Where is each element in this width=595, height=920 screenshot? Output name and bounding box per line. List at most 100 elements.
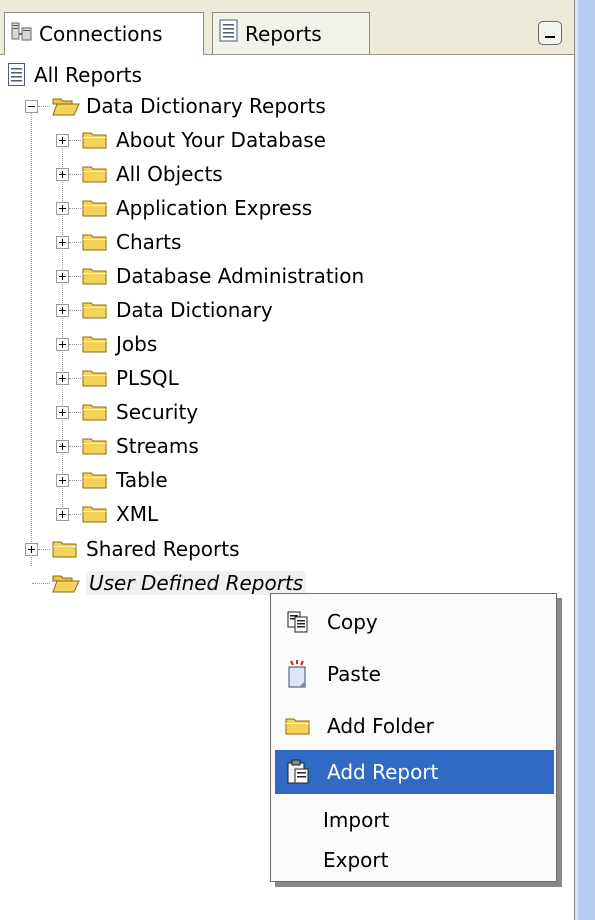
- expand-toggle[interactable]: [25, 543, 38, 556]
- tree-node-data-dictionary[interactable]: Data Dictionary: [82, 294, 273, 326]
- tree-node-charts[interactable]: Charts: [82, 226, 181, 258]
- tree-connector: [69, 344, 81, 345]
- menu-item-label: Copy: [327, 610, 378, 634]
- folder-icon: [82, 470, 108, 490]
- folder-icon: [82, 130, 108, 150]
- tree-node-label: Jobs: [116, 332, 158, 356]
- folder-icon: [82, 300, 108, 320]
- expand-toggle[interactable]: [56, 372, 69, 385]
- open-folder-icon: [52, 573, 80, 593]
- expand-toggle[interactable]: [56, 134, 69, 147]
- folder-icon: [82, 436, 108, 456]
- expand-toggle[interactable]: [56, 474, 69, 487]
- tree-connector: [62, 145, 63, 511]
- expand-toggle[interactable]: [56, 304, 69, 317]
- tree-node-xml[interactable]: XML: [82, 498, 158, 530]
- context-menu: Copy Paste Add Folder Add Report Import …: [270, 593, 557, 882]
- expand-toggle[interactable]: [56, 406, 69, 419]
- tree-node-label: XML: [116, 502, 159, 526]
- tree-node-plsql[interactable]: PLSQL: [82, 362, 179, 394]
- report-doc-icon: [8, 63, 26, 87]
- expand-toggle[interactable]: [56, 236, 69, 249]
- tree-node-label: Database Administration: [116, 264, 365, 288]
- folder-icon: [283, 711, 313, 741]
- tree-connector: [69, 480, 81, 481]
- expand-toggle[interactable]: [56, 440, 69, 453]
- tab-bar-empty-area: [370, 12, 566, 54]
- expand-toggle[interactable]: [56, 508, 69, 521]
- tree-connector: [38, 106, 50, 107]
- expand-toggle[interactable]: [56, 168, 69, 181]
- tree-node-label: Table: [116, 468, 168, 492]
- tab-reports[interactable]: Reports: [212, 12, 370, 54]
- expand-toggle[interactable]: [56, 202, 69, 215]
- tree-connector: [69, 140, 81, 141]
- report-doc-icon: [219, 19, 239, 48]
- menu-item-copy[interactable]: Copy: [275, 600, 554, 644]
- tree-connector: [31, 113, 32, 566]
- expand-toggle[interactable]: [56, 338, 69, 351]
- copy-icon: [283, 607, 313, 637]
- tree-node-label: Data Dictionary Reports: [86, 94, 326, 118]
- tree-node-label: Charts: [116, 230, 182, 254]
- tree-connector: [69, 514, 81, 515]
- tree-node-label: User Defined Reports: [86, 571, 307, 595]
- tree-connector: [69, 412, 81, 413]
- tree-connector: [69, 378, 81, 379]
- tree-node-about-your-database[interactable]: About Your Database: [82, 124, 326, 156]
- tree-node-label: About Your Database: [116, 128, 326, 152]
- tree-connector: [32, 583, 50, 584]
- collapse-toggle[interactable]: [25, 100, 38, 113]
- tree-node-user-defined-reports[interactable]: User Defined Reports: [52, 567, 307, 599]
- folder-icon: [82, 232, 108, 252]
- tree-node-table[interactable]: Table: [82, 464, 168, 496]
- tree-node-shared-reports[interactable]: Shared Reports: [52, 533, 240, 565]
- tree-node-streams[interactable]: Streams: [82, 430, 199, 462]
- tree-connector: [38, 549, 50, 550]
- tab-reports-label: Reports: [245, 21, 322, 46]
- menu-item-label: Paste: [327, 662, 381, 686]
- paste-icon: [283, 659, 313, 689]
- tree-node-database-administration[interactable]: Database Administration: [82, 260, 364, 292]
- tree-connector: [69, 276, 81, 277]
- tree-node-label: PLSQL: [116, 366, 179, 390]
- folder-icon: [82, 402, 108, 422]
- tree-node-all-reports[interactable]: All Reports: [8, 59, 142, 91]
- tree-connector: [69, 208, 81, 209]
- tree-node-label: All Objects: [116, 162, 223, 186]
- tree-node-label: Security: [116, 400, 199, 424]
- folder-icon: [52, 539, 78, 559]
- tree-node-data-dictionary-reports[interactable]: Data Dictionary Reports: [52, 90, 326, 122]
- menu-item-label: Export: [323, 848, 389, 872]
- menu-item-label: Add Report: [327, 760, 439, 784]
- tab-connections-label: Connections: [39, 22, 163, 46]
- right-panel-edge: [575, 0, 595, 920]
- tree-connector: [69, 242, 81, 243]
- menu-item-add-folder[interactable]: Add Folder: [275, 704, 554, 748]
- folder-icon: [82, 198, 108, 218]
- menu-item-export[interactable]: Export: [275, 838, 554, 882]
- tree-connector: [69, 310, 81, 311]
- tree-node-label: Data Dictionary: [116, 298, 273, 322]
- folder-icon: [82, 334, 108, 354]
- menu-item-paste[interactable]: Paste: [275, 652, 554, 696]
- minimize-button[interactable]: [538, 21, 562, 45]
- menu-item-import[interactable]: Import: [275, 798, 554, 842]
- expand-toggle[interactable]: [56, 270, 69, 283]
- tree-node-label: Shared Reports: [86, 537, 240, 561]
- tree-node-label: All Reports: [34, 63, 142, 87]
- connections-icon: [11, 21, 33, 48]
- tree-connector: [69, 446, 81, 447]
- tab-connections[interactable]: Connections: [4, 12, 204, 55]
- folder-icon: [82, 164, 108, 184]
- clipboard-icon: [283, 757, 313, 787]
- tree-node-jobs[interactable]: Jobs: [82, 328, 157, 360]
- menu-item-label: Add Folder: [327, 714, 434, 738]
- tree-node-application-express[interactable]: Application Express: [82, 192, 312, 224]
- tree-node-label: Application Express: [116, 196, 313, 220]
- tab-bar: Connections Reports: [0, 0, 574, 55]
- tree-node-all-objects[interactable]: All Objects: [82, 158, 223, 190]
- menu-item-add-report[interactable]: Add Report: [275, 750, 554, 794]
- tree-node-security[interactable]: Security: [82, 396, 198, 428]
- folder-icon: [82, 266, 108, 286]
